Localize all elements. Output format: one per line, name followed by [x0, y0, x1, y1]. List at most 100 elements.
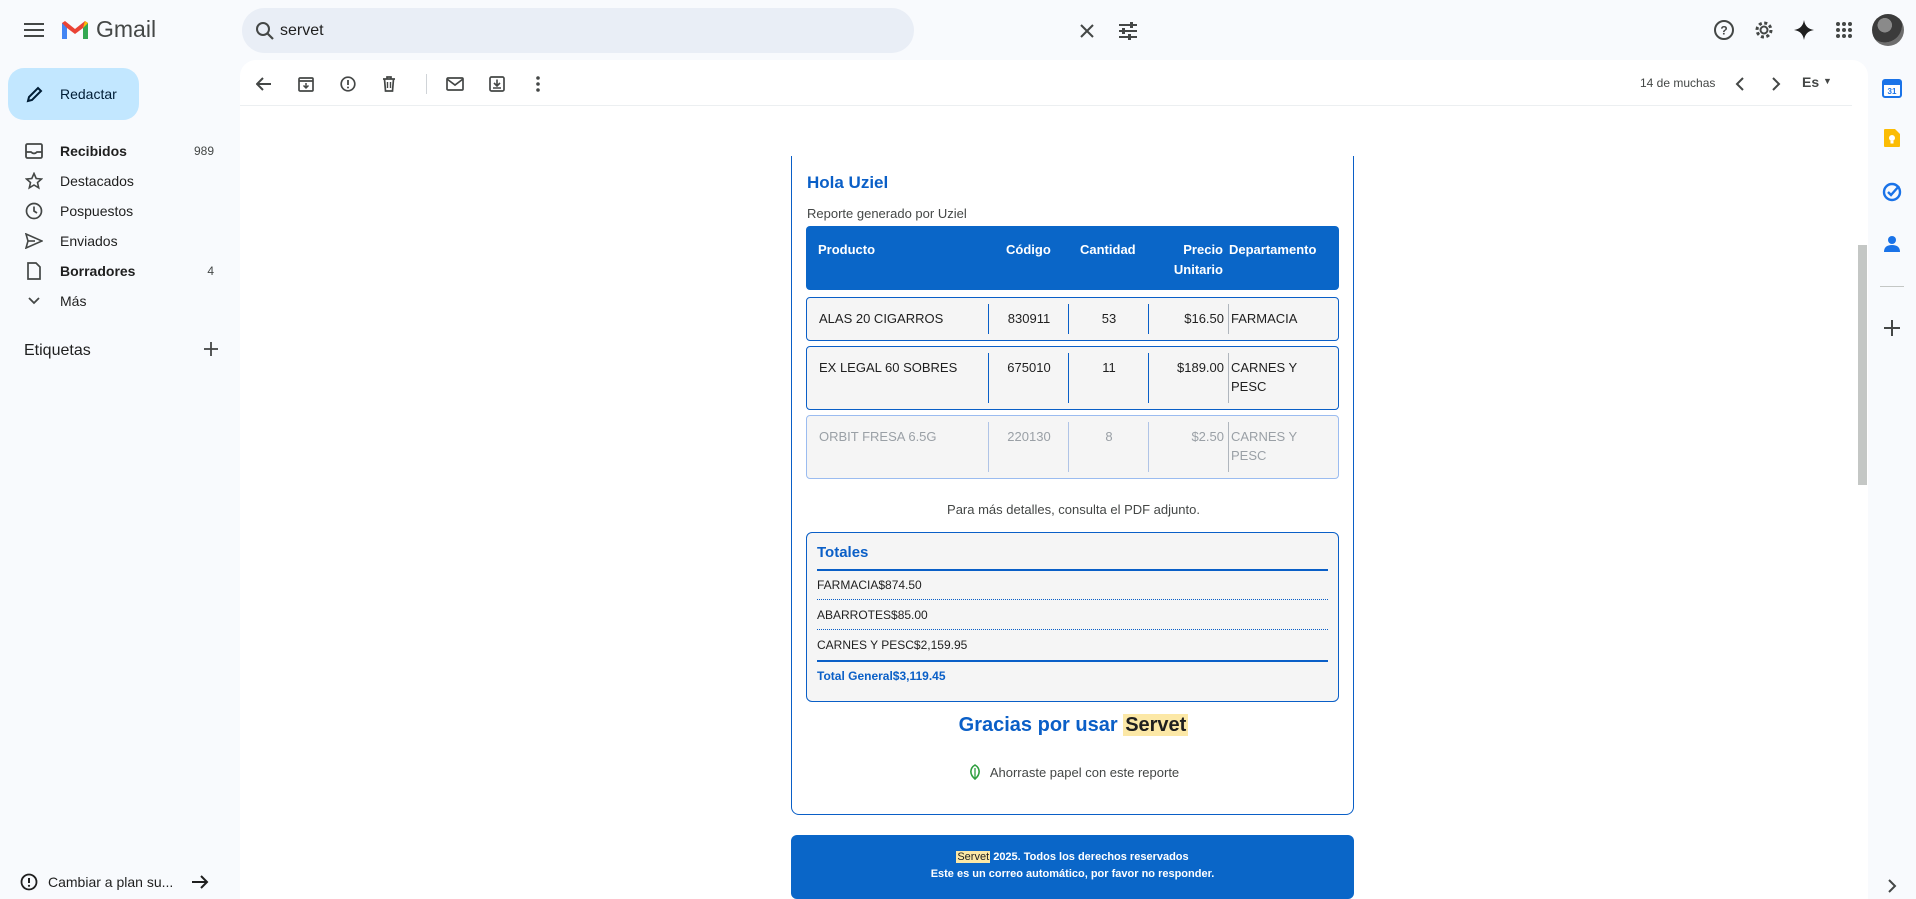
pagination-text: 14 de muchas	[1640, 76, 1716, 90]
scrollbar-thumb[interactable]	[1858, 245, 1867, 485]
add-addon-icon[interactable]	[1880, 316, 1904, 340]
archive-icon[interactable]	[292, 70, 320, 98]
column-divider	[1228, 304, 1229, 334]
back-arrow-icon[interactable]	[250, 70, 278, 98]
search-icon[interactable]	[252, 18, 278, 44]
delete-trash-icon[interactable]	[375, 70, 403, 98]
compose-label: Redactar	[60, 86, 117, 102]
compose-button[interactable]: Redactar	[8, 68, 139, 120]
thanks-prefix: Gracias por usar	[958, 714, 1118, 736]
header-precio: Precio Unitario	[1173, 242, 1223, 277]
upgrade-plan-button[interactable]: Cambiar a plan su...	[20, 868, 216, 896]
footer-line-2: Este es un correo automático, por favor …	[930, 868, 1215, 880]
info-icon	[20, 873, 38, 891]
sidebar-item-drafts[interactable]: Borradores 4	[0, 256, 224, 286]
input-tools-selector[interactable]: Es ▼	[1802, 74, 1832, 90]
calendar-icon[interactable]: 31	[1880, 76, 1904, 100]
contacts-icon[interactable]	[1880, 232, 1904, 256]
cell-producto: ALAS 20 CIGARROS	[819, 311, 944, 326]
account-avatar[interactable]	[1872, 14, 1904, 46]
header-codigo: Código	[1006, 242, 1051, 257]
sidebar-item-more[interactable]: Más	[0, 286, 224, 316]
labels-header: Etiquetas	[24, 340, 218, 362]
message-view: 14 de muchas Es ▼ Hola Uziel Reporte gen…	[240, 60, 1868, 899]
search-bar[interactable]	[242, 8, 1137, 53]
close-icon[interactable]	[1075, 19, 1099, 43]
older-chevron-right-icon[interactable]	[1762, 70, 1790, 98]
move-to-icon[interactable]	[483, 70, 511, 98]
help-icon[interactable]: ?	[1708, 14, 1740, 46]
keep-notes-icon[interactable]	[1880, 126, 1904, 150]
tasks-icon[interactable]	[1880, 180, 1904, 204]
apps-grid-icon[interactable]	[1828, 14, 1860, 46]
draft-icon	[24, 261, 44, 281]
search-options-icon[interactable]	[1116, 19, 1140, 43]
app-name: Gmail	[96, 16, 157, 42]
column-divider	[1228, 422, 1229, 472]
newer-chevron-left-icon[interactable]	[1726, 70, 1754, 98]
header-departamento: Departamento	[1229, 242, 1317, 257]
cell-cantidad: 8	[1105, 429, 1113, 444]
message-toolbar: 14 de muchas Es ▼	[240, 60, 1852, 106]
cell-producto: EX LEGAL 60 SOBRES	[819, 360, 958, 375]
sidebar-item-snoozed[interactable]: Pospuestos	[0, 196, 224, 226]
gmail-logo[interactable]: Gmail	[60, 16, 156, 43]
star-icon	[24, 171, 44, 191]
svg-text:31: 31	[1888, 87, 1897, 96]
cell-departamento: CARNES Y PESC	[1231, 360, 1297, 394]
sidebar-item-label: Destacados	[60, 173, 134, 189]
column-divider	[1228, 353, 1229, 403]
total-item: FARMACIA$874.50	[817, 578, 922, 592]
scrollbar[interactable]	[1856, 120, 1868, 899]
language-label: Es	[1802, 74, 1820, 90]
table-row: EX LEGAL 60 SOBRES 675010 11 $189.00 CAR…	[806, 346, 1339, 410]
sidebar-item-inbox[interactable]: Recibidos 989	[0, 136, 224, 166]
inbox-icon	[24, 141, 44, 161]
arrow-right-icon	[192, 875, 209, 889]
clock-icon	[24, 201, 44, 221]
gemini-spark-icon[interactable]	[1788, 14, 1820, 46]
totals-box: Totales FARMACIA$874.50 ABARROTES$85.00 …	[806, 532, 1339, 702]
sidebar-item-label: Pospuestos	[60, 203, 134, 219]
report-spam-icon[interactable]	[334, 70, 362, 98]
side-panel-divider	[1880, 286, 1904, 287]
top-bar: Gmail ?	[0, 0, 1916, 60]
settings-gear-icon[interactable]	[1748, 14, 1780, 46]
divider	[817, 629, 1328, 630]
brand-highlight: Servet	[1123, 714, 1189, 736]
sidebar-item-label: Borradores	[60, 263, 136, 279]
eco-note: Ahorraste papel con este reporte	[792, 764, 1355, 780]
sidebar-nav: Recibidos 989 Destacados Pospuestos Envi…	[0, 136, 224, 316]
footer-brand: Servet	[956, 851, 991, 863]
cell-departamento: FARMACIA	[1231, 311, 1298, 326]
eco-note-text: Ahorraste papel con este reporte	[989, 764, 1180, 780]
sidebar-item-label: Más	[60, 293, 87, 309]
cell-precio: $2.50	[1191, 429, 1224, 444]
search-input[interactable]	[280, 18, 820, 44]
add-label-icon[interactable]	[204, 341, 218, 361]
cell-codigo: 830911	[1007, 311, 1051, 326]
total-item: ABARROTES$85.00	[817, 608, 928, 622]
cell-producto: ORBIT FRESA 6.5G	[819, 429, 937, 444]
toolbar-divider	[426, 74, 427, 94]
cell-codigo: 220130	[1007, 429, 1051, 444]
sidebar-item-starred[interactable]: Destacados	[0, 166, 224, 196]
cell-cantidad: 53	[1101, 311, 1117, 326]
sidebar-item-sent[interactable]: Enviados	[0, 226, 224, 256]
labels-title: Etiquetas	[24, 342, 91, 359]
header-producto: Producto	[818, 242, 876, 257]
expand-panel-chevron-icon[interactable]	[1880, 874, 1904, 898]
svg-text:?: ?	[1720, 24, 1727, 38]
mark-unread-icon[interactable]	[441, 70, 469, 98]
email-footer: Servet 2025. Todos los derechos reservad…	[791, 835, 1354, 899]
divider	[817, 569, 1328, 571]
divider	[817, 599, 1328, 600]
main-menu-icon[interactable]	[18, 14, 50, 46]
leaf-icon	[969, 764, 980, 780]
details-note: Para más detalles, consulta el PDF adjun…	[947, 502, 1200, 517]
cell-cantidad: 11	[1102, 360, 1116, 375]
table-row: ORBIT FRESA 6.5G 220130 8 $2.50 CARNES Y…	[806, 415, 1339, 479]
total-item: CARNES Y PESC$2,159.95	[817, 638, 968, 652]
more-vert-icon[interactable]	[524, 70, 552, 98]
divider	[817, 660, 1328, 662]
